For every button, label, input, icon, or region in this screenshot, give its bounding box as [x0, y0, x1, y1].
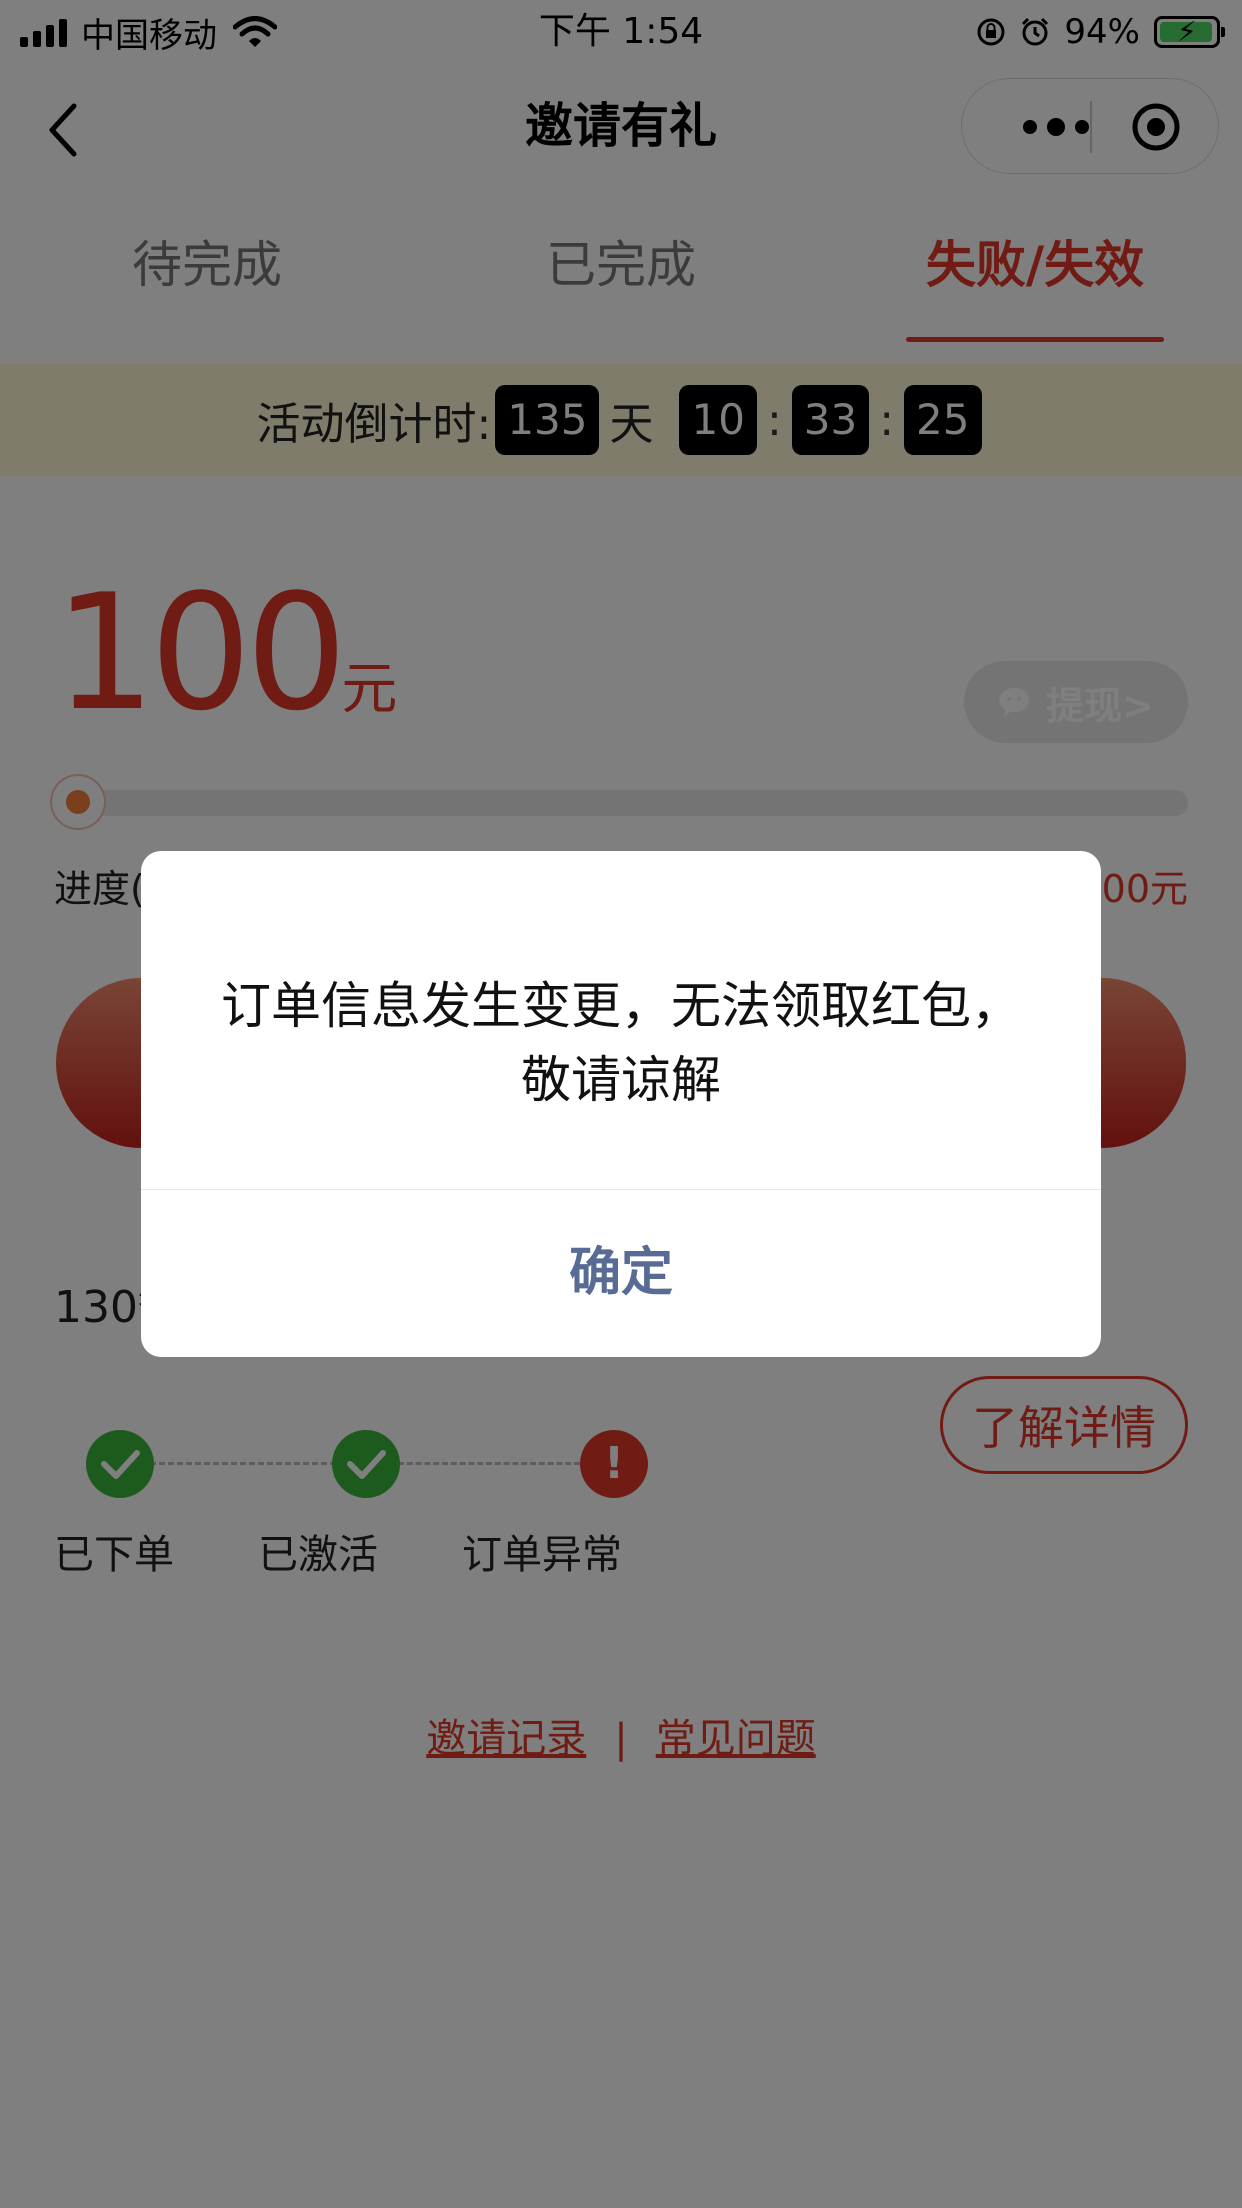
- alert-dialog: 订单信息发生变更，无法领取红包，敬请谅解 确定: [141, 851, 1101, 1357]
- confirm-button[interactable]: 确定: [141, 1190, 1101, 1357]
- dialog-message: 订单信息发生变更，无法领取红包，敬请谅解: [221, 977, 1021, 1109]
